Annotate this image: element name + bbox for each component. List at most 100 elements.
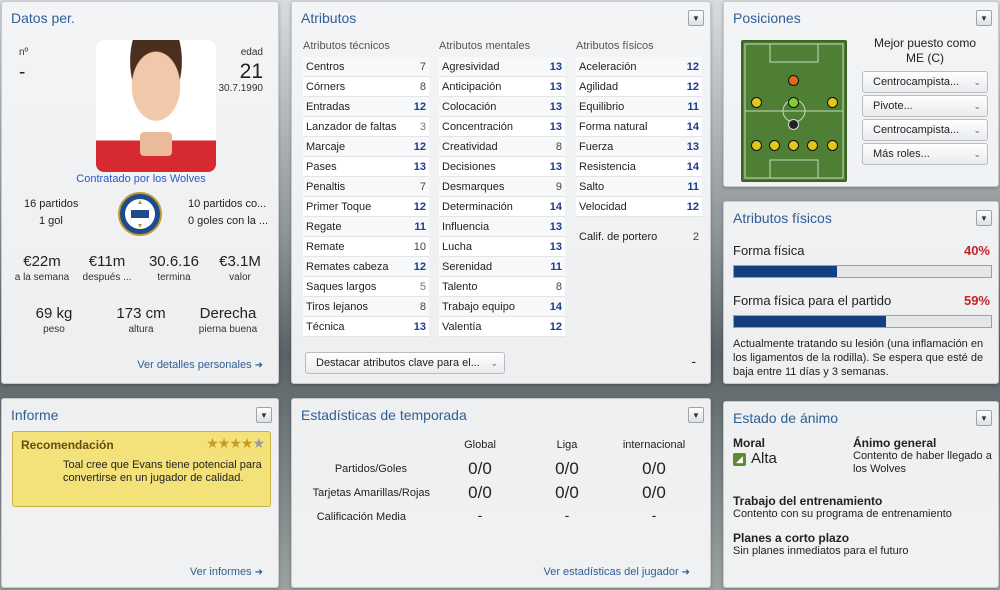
chevron-down-icon: ▼ xyxy=(692,410,700,420)
number-value: - xyxy=(19,62,26,83)
age-label: edad xyxy=(240,47,263,58)
more-roles-dropdown[interactable]: Más roles... ⌄ xyxy=(862,143,988,165)
technical-attribute-row[interactable]: Tiros lejanos 8 xyxy=(303,297,429,317)
physical-attribute-row[interactable]: Velocidad 12 xyxy=(576,197,702,217)
number-label: nº xyxy=(19,47,29,58)
attribute-name: Remate xyxy=(306,240,345,253)
attribute-value: 14 xyxy=(549,200,562,213)
season-stats-menu-button[interactable]: ▼ xyxy=(688,407,704,423)
wage-value: €22m xyxy=(23,253,61,270)
physical-attribute-row[interactable]: Equilibrio 11 xyxy=(576,97,702,117)
physical-attributes-column: Atributos físicos Aceleración 12 Agilidad 1… xyxy=(576,40,702,217)
personal-data-panel: Datos per. nº - edad 21 30.7.1990 Contra… xyxy=(1,1,279,384)
role-dropdown-3[interactable]: Centrocampista... ⌄ xyxy=(862,119,988,141)
highlight-key-attributes-dropdown[interactable]: Destacar atributos clave para el... ⌄ xyxy=(305,352,505,374)
morale-label: Moral xyxy=(733,436,766,450)
personal-data-title: Datos per. xyxy=(11,10,75,26)
technical-attribute-row[interactable]: Entradas 12 xyxy=(303,97,429,117)
height-value: 173 cm xyxy=(116,305,166,322)
season-stats-title: Estadísticas de temporada xyxy=(301,407,467,423)
morale-menu-button[interactable]: ▼ xyxy=(976,410,992,426)
technical-attribute-row[interactable]: Lanzador de faltas 3 xyxy=(303,117,429,137)
attributes-title: Atributos xyxy=(301,10,357,26)
physical-attribute-row[interactable]: Forma natural 14 xyxy=(576,117,702,137)
technical-attribute-row[interactable]: Remates cabeza 12 xyxy=(303,257,429,277)
technical-attribute-row[interactable]: Centros 7 xyxy=(303,57,429,77)
attribute-value: 8 xyxy=(555,140,562,153)
mental-attribute-row[interactable]: Talento 8 xyxy=(439,277,565,297)
attribute-value: 8 xyxy=(555,280,562,293)
mental-attribute-row[interactable]: Concentración 13 xyxy=(439,117,565,137)
physical-condition-title: Atributos físicos xyxy=(733,210,832,226)
personal-details-link[interactable]: Ver detalles personales ➜ xyxy=(137,359,263,371)
rating-league: - xyxy=(564,507,570,523)
technical-attribute-row[interactable]: Marcaje 12 xyxy=(303,137,429,157)
physical-attribute-row[interactable]: Agilidad 12 xyxy=(576,77,702,97)
position-dot-am xyxy=(788,75,799,86)
reports-link[interactable]: Ver informes ➜ xyxy=(190,566,263,578)
technical-attribute-row[interactable]: Técnica 13 xyxy=(303,317,429,337)
physical-attribute-row[interactable]: Resistencia 14 xyxy=(576,157,702,177)
attribute-name: Fuerza xyxy=(579,140,614,153)
position-dot-mr xyxy=(827,97,838,108)
mental-attribute-row[interactable]: Influencia 13 xyxy=(439,217,565,237)
physical-condition-menu-button[interactable]: ▼ xyxy=(976,210,992,226)
technical-attribute-row[interactable]: Saques largos 5 xyxy=(303,277,429,297)
technical-attribute-row[interactable]: Penaltis 7 xyxy=(303,177,429,197)
short-term-plans-label: Planes a corto plazo xyxy=(733,531,850,545)
attribute-value: 8 xyxy=(419,80,426,93)
player-stats-link[interactable]: Ver estadísticas del jugador ➜ xyxy=(543,566,690,578)
mental-attribute-row[interactable]: Anticipación 13 xyxy=(439,77,565,97)
attribute-name: Tiros lejanos xyxy=(306,300,368,313)
general-mood-label: Ánimo general xyxy=(853,436,937,450)
mental-attribute-row[interactable]: Creatividad 8 xyxy=(439,137,565,157)
training-value: Contento con su programa de entrenamient… xyxy=(733,508,952,520)
report-menu-button[interactable]: ▼ xyxy=(256,407,272,423)
mental-attribute-row[interactable]: Decisiones 13 xyxy=(439,157,565,177)
attribute-name: Talento xyxy=(442,280,478,293)
technical-attribute-row[interactable]: Córners 8 xyxy=(303,77,429,97)
mental-attribute-row[interactable]: Agresividad 13 xyxy=(439,57,565,77)
match-fitness-bar xyxy=(733,315,992,328)
mental-attribute-row[interactable]: Valentía 12 xyxy=(439,317,565,337)
recommendation-box: Recomendación ★★★★★ Toal cree que Evans … xyxy=(12,431,271,507)
national-team-badge-icon[interactable] xyxy=(116,191,164,237)
technical-attributes-column: Atributos técnicos Centros 7 Córners 8 Entra… xyxy=(303,40,429,337)
mental-attribute-row[interactable]: Serenidad 11 xyxy=(439,257,565,277)
recommendation-text: Toal cree que Evans tiene potencial para… xyxy=(63,459,262,484)
technical-attribute-row[interactable]: Regate 11 xyxy=(303,217,429,237)
contract-club-link[interactable]: Contratado por los Wolves xyxy=(2,173,280,185)
role-dropdown-2[interactable]: Pivote... ⌄ xyxy=(862,95,988,117)
attribute-name: Córners xyxy=(306,80,346,93)
mental-attribute-row[interactable]: Determinación 14 xyxy=(439,197,565,217)
attribute-value: 14 xyxy=(686,160,699,173)
physical-attribute-row[interactable]: Fuerza 13 xyxy=(576,137,702,157)
physical-attribute-row[interactable]: Aceleración 12 xyxy=(576,57,702,77)
attribute-name: Velocidad xyxy=(579,200,627,213)
chevron-down-icon: ▼ xyxy=(980,213,988,223)
chevron-down-icon: ⌄ xyxy=(973,101,981,111)
attribute-value: 12 xyxy=(413,260,426,273)
positions-menu-button[interactable]: ▼ xyxy=(976,10,992,26)
attributes-menu-button[interactable]: ▼ xyxy=(688,10,704,26)
wage-label: a la semana xyxy=(14,272,70,283)
mental-attribute-row[interactable]: Lucha 13 xyxy=(439,237,565,257)
mental-attribute-row[interactable]: Desmarques 9 xyxy=(439,177,565,197)
physical-attribute-row[interactable]: Salto 11 xyxy=(576,177,702,197)
technical-attribute-row[interactable]: Pases 13 xyxy=(303,157,429,177)
contract-end-label: termina xyxy=(157,272,191,283)
role-dropdown-2-label: Pivote... xyxy=(873,100,913,112)
mental-attribute-row[interactable]: Trabajo equipo 14 xyxy=(439,297,565,317)
age-value: 21 xyxy=(239,60,263,83)
arrow-right-icon: ➜ xyxy=(254,567,263,578)
technical-attribute-row[interactable]: Primer Toque 12 xyxy=(303,197,429,217)
attribute-value: 3 xyxy=(419,120,426,133)
mental-attribute-row[interactable]: Colocación 13 xyxy=(439,97,565,117)
technical-attribute-row[interactable]: Remate 10 xyxy=(303,237,429,257)
attribute-value: 7 xyxy=(419,60,426,73)
best-position-value: ME (C) xyxy=(906,51,944,65)
attribute-name: Influencia xyxy=(442,220,490,233)
role-dropdown-1[interactable]: Centrocampista... ⌄ xyxy=(862,71,988,93)
match-fitness-value: 59% xyxy=(963,293,990,308)
attribute-value: 13 xyxy=(413,160,426,173)
